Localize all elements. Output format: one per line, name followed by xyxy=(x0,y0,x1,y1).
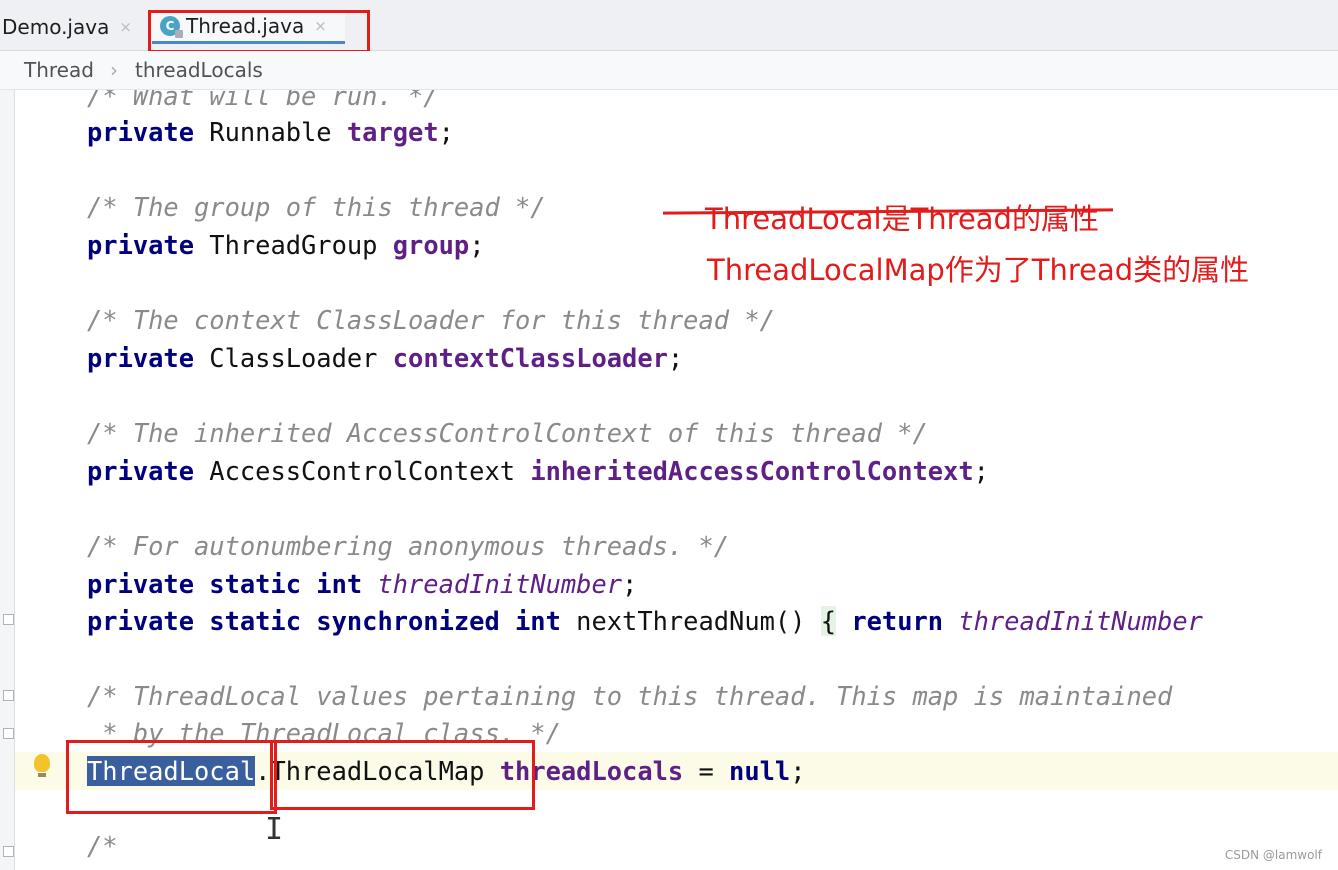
tab-thread-java[interactable]: C Thread.java × xyxy=(152,10,345,44)
text-cursor-icon: I xyxy=(265,812,284,847)
tab-label: Thread.java xyxy=(186,13,305,38)
code-comment: /* The context ClassLoader for this thre… xyxy=(87,305,775,335)
code-line: private static int threadInitNumber; xyxy=(87,568,637,600)
breadcrumb: Thread › threadLocals xyxy=(0,51,1338,90)
keyword: private xyxy=(87,456,195,486)
operator: = xyxy=(683,756,730,786)
code-editor[interactable]: /* What will be run. */ private Runnable… xyxy=(0,90,1338,870)
type-name: Runnable xyxy=(194,117,347,147)
code-line: private static synchronized int nextThre… xyxy=(87,605,1203,637)
brace: { xyxy=(820,606,837,636)
punctuation: ; xyxy=(469,230,485,260)
code-comment: /* The group of this thread */ xyxy=(87,192,546,222)
tab-label: Demo.java xyxy=(2,15,110,39)
punctuation: ; xyxy=(973,456,989,486)
selected-text[interactable]: ThreadLocal xyxy=(87,756,256,786)
annotation-struck: ThreadLocal是Thread的属性 xyxy=(705,202,1099,236)
code-comment: /* xyxy=(87,831,118,861)
code-comment: /* What will be run. */ xyxy=(87,90,439,111)
punctuation: ; xyxy=(438,117,454,147)
annotation-note: ThreadLocalMap作为了Thread类的属性 xyxy=(707,253,1250,287)
field-name: group xyxy=(392,230,470,260)
editor-gutter xyxy=(0,90,15,870)
keyword: private static synchronized int xyxy=(87,606,561,636)
field-name: contextClassLoader xyxy=(392,343,668,373)
breadcrumb-item-threadlocals[interactable]: threadLocals xyxy=(135,58,263,82)
code-comment: * by the ThreadLocal class. */ xyxy=(87,718,561,748)
code-comment: /* For autonumbering anonymous threads. … xyxy=(87,531,730,561)
breadcrumb-separator: › xyxy=(110,58,118,82)
field-name: inheritedAccessControlContext xyxy=(530,456,974,486)
tab-demo-java[interactable]: Demo.java × xyxy=(2,10,132,44)
punctuation: ; xyxy=(790,756,806,786)
type-name: ClassLoader xyxy=(194,343,393,373)
punctuation: ; xyxy=(622,569,638,599)
code-line: private ThreadGroup group; xyxy=(87,229,484,261)
field-name: threadLocals xyxy=(499,756,684,786)
field-name: target xyxy=(346,117,439,147)
lightbulb-icon[interactable] xyxy=(34,754,50,777)
fold-icon[interactable] xyxy=(3,690,14,701)
code-line-threadlocals: ThreadLocal.ThreadLocalMap threadLocals … xyxy=(87,755,806,787)
punctuation: ; xyxy=(667,343,684,373)
editor-tab-bar: Demo.java × C Thread.java × xyxy=(0,0,1338,51)
type-name: .ThreadLocalMap xyxy=(255,756,500,786)
keyword: private xyxy=(87,117,195,147)
watermark: CSDN @lamwolf xyxy=(1224,848,1322,862)
keyword: private xyxy=(87,230,195,260)
code-comment: /* ThreadLocal values pertaining to this… xyxy=(87,681,1173,711)
code-line: private Runnable target; xyxy=(87,116,454,148)
code-comment: /* The inherited AccessControlContext of… xyxy=(87,418,928,448)
code-line: private AccessControlContext inheritedAc… xyxy=(87,455,989,487)
keyword: private xyxy=(87,343,195,373)
breadcrumb-item-thread[interactable]: Thread xyxy=(24,58,94,82)
static-field-name: threadInitNumber xyxy=(958,606,1203,636)
close-icon[interactable]: × xyxy=(314,17,327,35)
close-icon[interactable]: × xyxy=(119,18,132,36)
fold-icon[interactable] xyxy=(3,728,14,739)
keyword: null xyxy=(729,756,791,786)
keyword: private static int xyxy=(87,569,363,599)
static-field-name: threadInitNumber xyxy=(377,569,623,599)
type-name: ThreadGroup xyxy=(194,230,393,260)
method-name: nextThreadNum() xyxy=(560,606,821,636)
keyword: return xyxy=(851,606,944,636)
java-class-icon: C xyxy=(160,15,183,38)
fold-icon[interactable] xyxy=(3,846,14,857)
fold-icon[interactable] xyxy=(3,614,14,625)
type-name: AccessControlContext xyxy=(194,456,531,486)
code-line: private ClassLoader contextClassLoader; xyxy=(87,342,683,374)
